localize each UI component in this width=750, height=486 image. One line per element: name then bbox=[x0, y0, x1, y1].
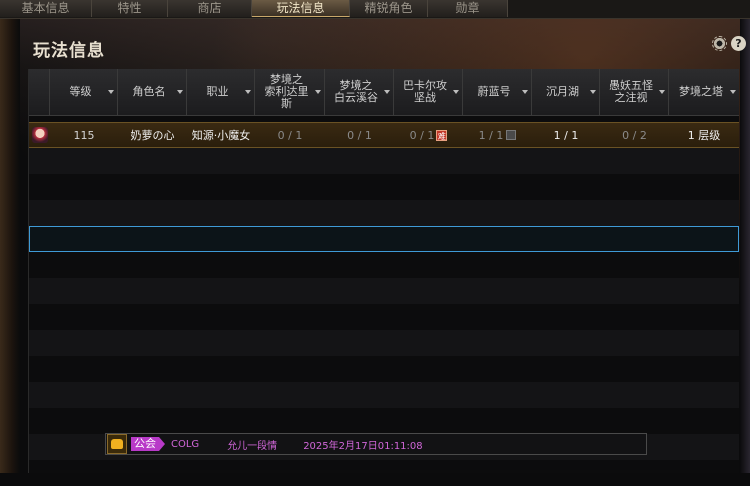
sort-arrow-icon bbox=[108, 90, 114, 94]
tab-elite-characters[interactable]: 精锐角色 bbox=[350, 0, 428, 17]
tab-traits[interactable]: 特性 bbox=[92, 0, 168, 17]
header-label: 等级 bbox=[69, 85, 92, 98]
header-label: 梦境之 白云溪谷 bbox=[334, 79, 378, 104]
table-row bbox=[29, 460, 739, 486]
lock-icon bbox=[506, 130, 517, 140]
tab-basic-info[interactable]: 基本信息 bbox=[0, 0, 92, 17]
chat-channel-tag: 公会 bbox=[131, 437, 165, 451]
cell-azure-ship-value: 1 / 1 bbox=[478, 128, 504, 142]
cell-character-name: 奶萝の心 bbox=[130, 129, 175, 142]
cell-bakal-raid-value: 0 / 1 bbox=[409, 128, 435, 142]
table-row bbox=[29, 356, 739, 382]
sort-arrow-icon bbox=[384, 90, 390, 94]
table-row bbox=[29, 330, 739, 356]
header-sunken-moon-lake[interactable]: 沉月湖 bbox=[532, 69, 600, 115]
cell-dream-cloud-valley: 0 / 1 bbox=[347, 128, 372, 142]
chat-sender-name[interactable]: 允儿一段情 bbox=[227, 437, 277, 452]
table-row bbox=[29, 408, 739, 434]
top-tab-bar: 基本信息 特性 商店 玩法信息 精锐角色 勋章 bbox=[0, 0, 750, 19]
tab-medals[interactable]: 勋章 bbox=[428, 0, 508, 17]
help-icon[interactable]: ? bbox=[731, 36, 746, 51]
cell-dream-tower: 1 层级 bbox=[687, 129, 721, 142]
gameplay-table: 等级 角色名 职业 梦境之 索利达里 斯 梦境之 白云溪谷 巴卡尔攻 坚战 蔚蓝… bbox=[28, 69, 739, 473]
hard-mode-badge-icon: 难 bbox=[436, 129, 448, 141]
tab-bar-filler bbox=[508, 0, 750, 18]
table-row bbox=[29, 148, 739, 174]
header-dream-solidaris[interactable]: 梦境之 索利达里 斯 bbox=[255, 69, 325, 115]
sort-arrow-icon bbox=[590, 90, 596, 94]
sort-arrow-icon bbox=[659, 90, 665, 94]
table-row bbox=[29, 304, 739, 330]
header-label: 巴卡尔攻 坚战 bbox=[403, 79, 447, 104]
tab-gameplay-info[interactable]: 玩法信息 bbox=[252, 0, 350, 17]
header-level[interactable]: 等级 bbox=[50, 69, 118, 115]
header-label: 角色名 bbox=[132, 85, 166, 98]
chat-guild-name: COLG bbox=[171, 438, 200, 450]
header-label: 职业 bbox=[206, 85, 229, 98]
chat-notification-bar[interactable]: 公会 COLG 允儿一段情 2025年2月17日01:11:08 bbox=[105, 433, 647, 455]
tab-shop[interactable]: 商店 bbox=[168, 0, 252, 17]
table-header: 等级 角色名 职业 梦境之 索利达里 斯 梦境之 白云溪谷 巴卡尔攻 坚战 蔚蓝… bbox=[29, 69, 739, 116]
sort-arrow-icon bbox=[453, 90, 459, 94]
sort-arrow-icon bbox=[315, 90, 321, 94]
cell-five-demons-gaze: 0 / 2 bbox=[622, 128, 647, 142]
header-dream-tower[interactable]: 梦境之塔 bbox=[669, 69, 739, 115]
cell-job: 知源·小魔女 bbox=[191, 129, 251, 142]
sort-arrow-icon bbox=[522, 90, 528, 94]
panel-corner-icons: ? bbox=[712, 36, 746, 51]
table-row bbox=[29, 252, 739, 278]
table-row bbox=[29, 382, 739, 408]
sort-arrow-icon bbox=[177, 90, 183, 94]
sort-arrow-icon bbox=[245, 90, 251, 94]
panel-title: 玩法信息 bbox=[33, 41, 105, 61]
cell-level: 115 bbox=[73, 128, 95, 142]
header-label: 梦境之 索利达里 斯 bbox=[264, 73, 309, 110]
character-avatar-cell bbox=[29, 123, 50, 147]
header-dream-cloud-valley[interactable]: 梦境之 白云溪谷 bbox=[325, 69, 394, 115]
header-bakal-raid[interactable]: 巴卡尔攻 坚战 bbox=[394, 69, 463, 115]
header-azure-ship[interactable]: 蔚蓝号 bbox=[463, 69, 532, 115]
cell-sunken-moon-lake: 1 / 1 bbox=[553, 128, 579, 142]
table-row bbox=[29, 278, 739, 304]
table-row[interactable] bbox=[29, 226, 739, 252]
header-five-demons-gaze[interactable]: 愚妖五怪 之注视 bbox=[600, 69, 669, 115]
settings-gear-icon[interactable] bbox=[712, 36, 727, 51]
cell-dream-solidaris: 0 / 1 bbox=[277, 128, 303, 142]
table-row bbox=[29, 200, 739, 226]
table-row bbox=[29, 174, 739, 200]
header-character-name[interactable]: 角色名 bbox=[118, 69, 187, 115]
right-decoration bbox=[740, 18, 750, 473]
cell-azure-ship: 1 / 1 bbox=[463, 123, 532, 147]
header-avatar-column bbox=[29, 69, 50, 115]
left-decoration bbox=[0, 18, 20, 473]
header-label: 蔚蓝号 bbox=[477, 85, 511, 98]
header-job[interactable]: 职业 bbox=[187, 69, 255, 115]
sort-arrow-icon bbox=[730, 90, 736, 94]
header-label: 梦境之塔 bbox=[679, 85, 723, 98]
header-label: 沉月湖 bbox=[546, 85, 579, 98]
chat-bell-icon[interactable] bbox=[107, 434, 127, 454]
cell-bakal-raid: 0 / 1难 bbox=[394, 123, 463, 147]
table-row[interactable]: 115 奶萝の心 知源·小魔女 0 / 1 0 / 1 0 / 1难 1 / 1… bbox=[29, 122, 739, 148]
chat-timestamp: 2025年2月17日01:11:08 bbox=[303, 440, 423, 452]
character-avatar bbox=[31, 127, 48, 143]
header-label: 愚妖五怪 之注视 bbox=[609, 79, 653, 104]
